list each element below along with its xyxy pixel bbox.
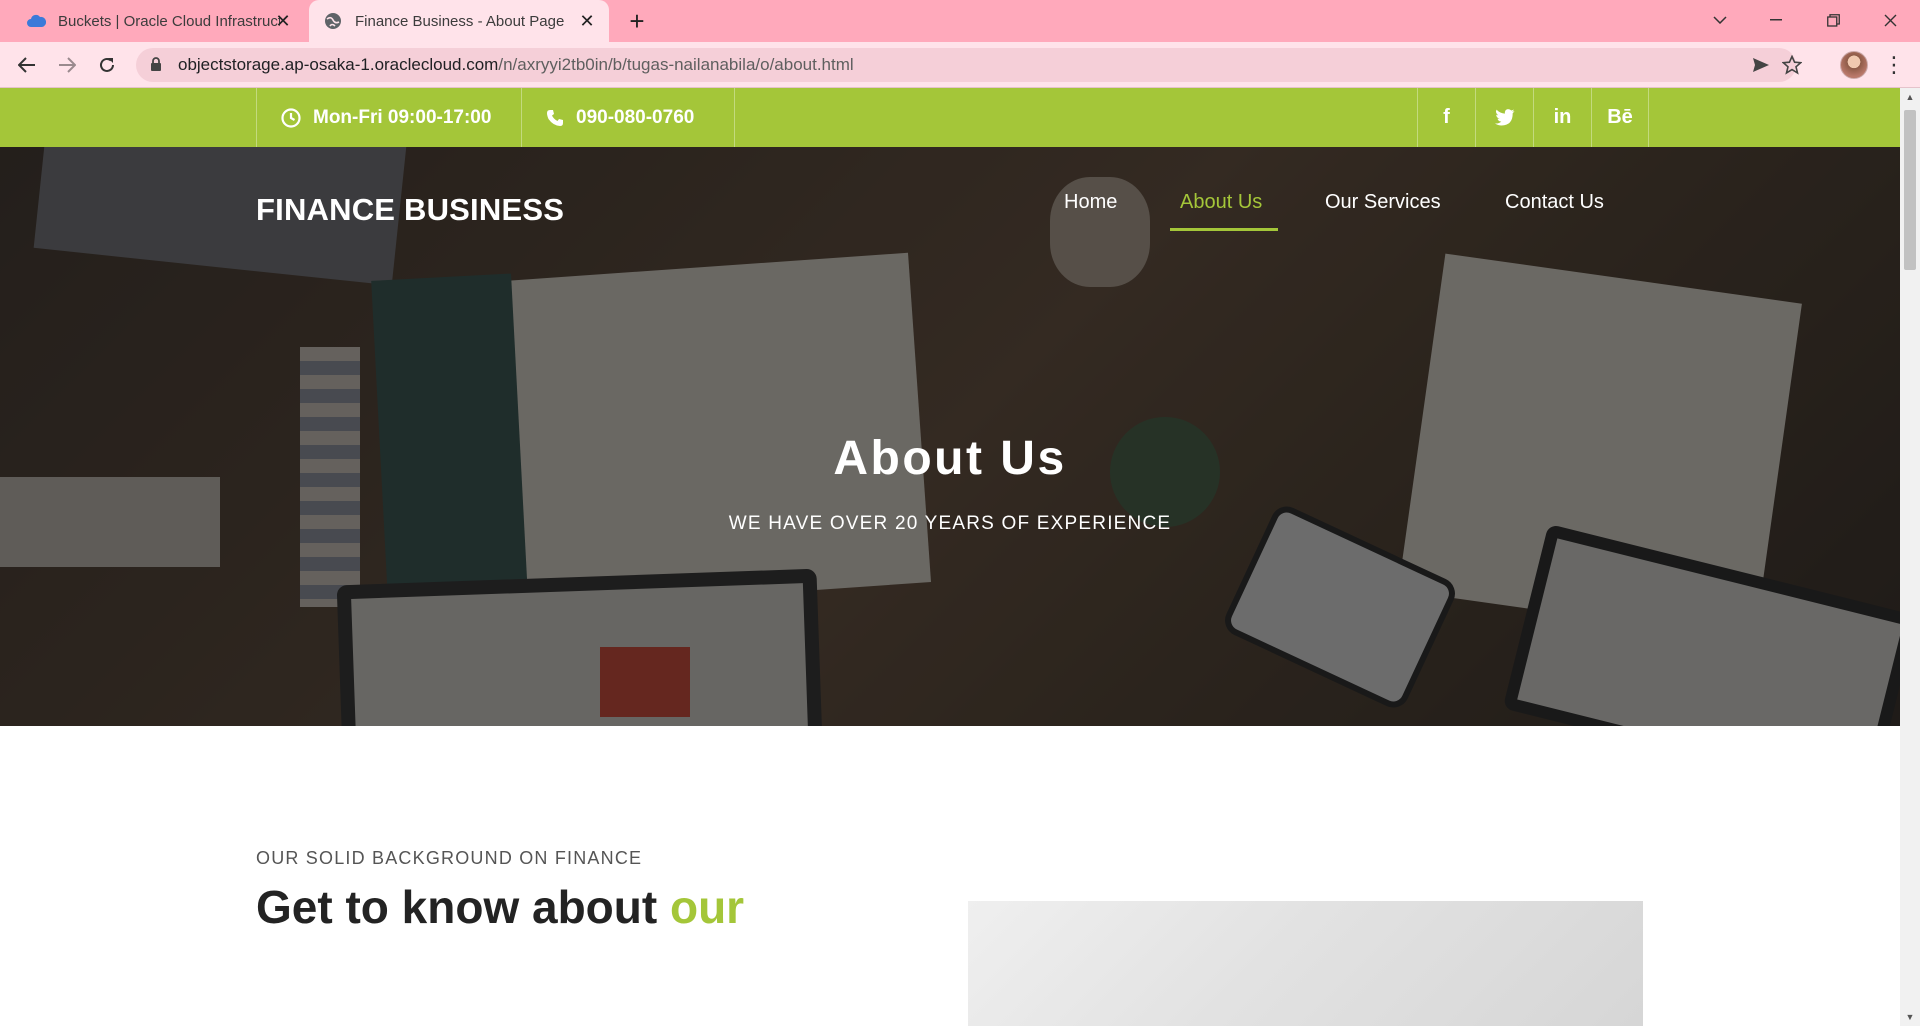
twitter-icon[interactable] (1475, 88, 1533, 147)
scroll-up-icon[interactable]: ▲ (1905, 92, 1915, 102)
page-scrollbar[interactable]: ▲ ▼ (1900, 88, 1920, 1026)
globe-icon (323, 11, 343, 31)
reload-icon[interactable] (92, 50, 122, 80)
tab-finance-about[interactable]: Finance Business - About Page ✕ (309, 0, 609, 42)
lock-icon[interactable] (150, 57, 162, 77)
hours-text: Mon-Fri 09:00-17:00 (313, 106, 492, 128)
linkedin-icon[interactable]: in (1533, 88, 1591, 147)
close-window-icon[interactable] (1862, 0, 1918, 40)
address-bar[interactable]: objectstorage.ap-osaka-1.oraclecloud.com… (136, 48, 1802, 82)
chevron-down-icon[interactable] (1692, 0, 1748, 40)
browser-tab-bar: Buckets | Oracle Cloud Infrastructure ✕ … (0, 0, 1920, 42)
forward-icon[interactable] (52, 50, 82, 80)
section-eyebrow: OUR SOLID BACKGROUND ON FINANCE (256, 848, 643, 868)
minimize-icon[interactable] (1748, 0, 1804, 40)
nav-active-indicator (1170, 228, 1278, 231)
nav-our-services[interactable]: Our Services (1325, 191, 1441, 214)
close-icon[interactable]: ✕ (273, 11, 293, 31)
url-text: objectstorage.ap-osaka-1.oraclecloud.com… (178, 48, 854, 82)
tab-buckets[interactable]: Buckets | Oracle Cloud Infrastructure ✕ (12, 0, 305, 42)
hero-title: About Us (833, 432, 1067, 485)
plus-icon[interactable]: + (622, 6, 652, 36)
star-icon[interactable] (1781, 54, 1803, 76)
about-image (968, 901, 1643, 1026)
phone-item[interactable]: 090-080-0760 (521, 88, 735, 147)
hero-banner: FINANCE BUSINESS Home About Us Our Servi… (0, 147, 1900, 726)
back-icon[interactable] (12, 50, 42, 80)
nav-contact-us[interactable]: Contact Us (1505, 191, 1604, 214)
restore-icon[interactable] (1805, 0, 1861, 40)
behance-icon[interactable]: Bē (1591, 88, 1649, 147)
facebook-icon[interactable]: f (1417, 88, 1475, 147)
nav-home[interactable]: Home (1064, 191, 1117, 214)
scroll-thumb[interactable] (1904, 110, 1916, 270)
url-host: objectstorage.ap-osaka-1.oraclecloud.com (178, 55, 499, 74)
send-icon[interactable] (1750, 54, 1772, 76)
clock-icon (281, 107, 301, 128)
menu-icon[interactable]: ⋮ (1880, 51, 1908, 79)
browser-toolbar: objectstorage.ap-osaka-1.oraclecloud.com… (0, 42, 1920, 88)
avatar[interactable] (1840, 51, 1868, 79)
close-icon[interactable]: ✕ (577, 11, 597, 31)
web-page: Mon-Fri 09:00-17:00 090-080-0760 f in Bē… (0, 88, 1900, 1026)
cloud-icon (26, 11, 46, 31)
brand-logo[interactable]: FINANCE BUSINESS (256, 192, 564, 228)
phone-text: 090-080-0760 (576, 106, 695, 128)
section-title: Get to know about our (256, 881, 745, 933)
url-path: /n/axryyi2tb0in/b/tugas-nailanabila/o/ab… (498, 55, 854, 74)
nav-about-us[interactable]: About Us (1180, 191, 1262, 214)
info-bar: Mon-Fri 09:00-17:00 090-080-0760 f in Bē (0, 88, 1900, 147)
scroll-down-icon[interactable]: ▼ (1905, 1012, 1915, 1022)
tab-title: Finance Business - About Page (355, 12, 565, 30)
hours-item: Mon-Fri 09:00-17:00 (256, 88, 521, 147)
phone-icon (546, 109, 564, 127)
tab-title: Buckets | Oracle Cloud Infrastructure (58, 12, 280, 30)
hero-subtitle: WE HAVE OVER 20 YEARS OF EXPERIENCE (728, 513, 1172, 534)
